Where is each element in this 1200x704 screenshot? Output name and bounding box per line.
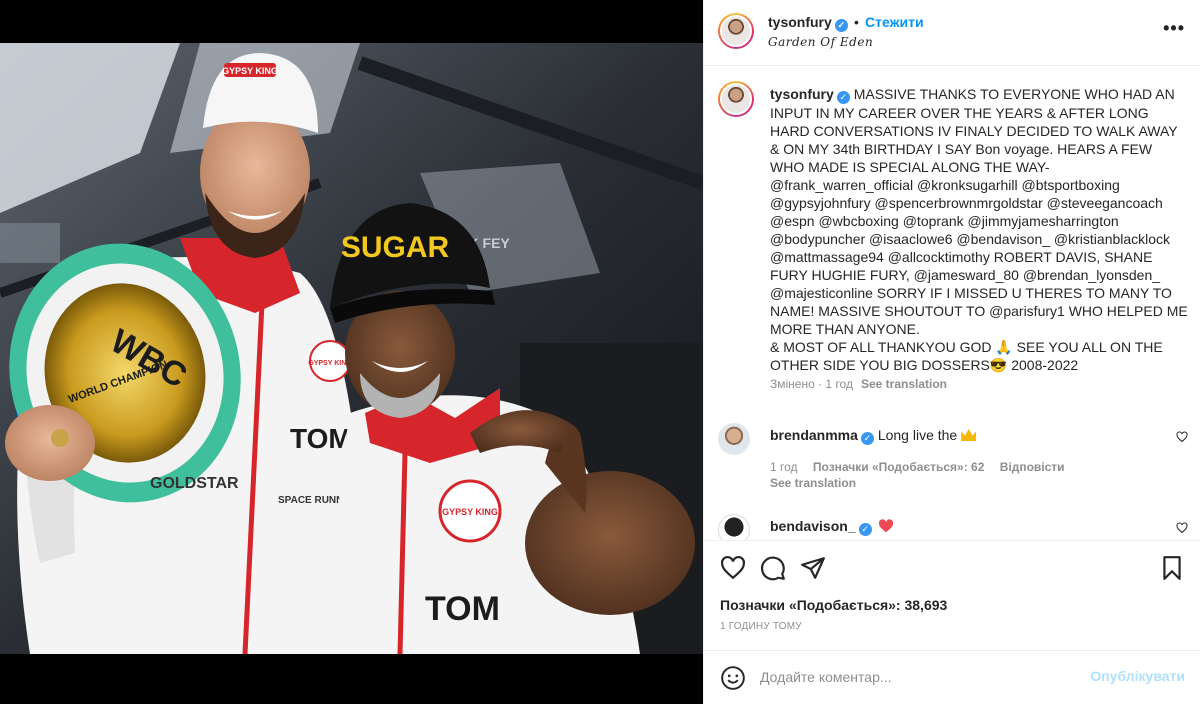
caption-meta: Змінено · 1 год See translation — [770, 377, 947, 391]
caption-username[interactable]: tysonfury — [770, 86, 834, 102]
sponsor-goldstar: GOLDSTAR — [150, 475, 239, 492]
post-photo[interactable]: PARK FEY GYPSY KING WBC WORLD CHAMPION — [0, 43, 703, 654]
verified-badge-icon: ✓ — [836, 91, 850, 104]
post-media: PARK FEY GYPSY KING WBC WORLD CHAMPION — [0, 0, 703, 704]
follow-button[interactable]: Стежити — [865, 14, 924, 30]
author-avatar[interactable] — [718, 13, 754, 49]
red-heart-emoji-icon — [879, 519, 894, 533]
comment-like-heart-icon[interactable] — [1176, 522, 1188, 534]
emoji-smiley-icon[interactable] — [720, 665, 746, 691]
caption-edited: Змінено · 1 год — [770, 377, 853, 391]
comments-list[interactable]: tysonfury ✓ MASSIVE THANKS TO EVERYONE WH… — [704, 67, 1200, 540]
share-send-icon[interactable] — [800, 555, 826, 581]
publish-button[interactable]: Опублікувати — [1090, 668, 1185, 684]
comment-see-translation[interactable]: See translation — [770, 476, 856, 490]
comment-item: brendanmma ✓ Long live the 1 год Позначки… — [718, 423, 1188, 503]
comment-meta: 1 год Позначки «Подобається»: 62 Відпові… — [770, 460, 1077, 474]
post-time[interactable]: 1 ГОДИНУ ТОМУ — [720, 621, 802, 632]
header-separator: • — [854, 14, 859, 30]
author-username-text[interactable]: tysonfury — [768, 14, 832, 30]
comment-like-heart-icon[interactable] — [1176, 431, 1188, 443]
likes-count[interactable]: Позначки «Подобається»: 38,693 — [720, 597, 947, 613]
caption-avatar[interactable] — [718, 81, 754, 117]
comment-likes[interactable]: Позначки «Подобається»: 62 — [813, 460, 984, 474]
verified-badge-icon: ✓ — [858, 523, 872, 536]
badge-text-2: GYPSY KING — [442, 507, 498, 517]
comment-input[interactable] — [760, 666, 1070, 688]
more-options-icon[interactable]: ••• — [1163, 18, 1185, 39]
commenter-username[interactable]: bendavison_ — [770, 518, 856, 534]
caption-body: tysonfury ✓ MASSIVE THANKS TO EVERYONE WH… — [770, 85, 1188, 393]
comment-bubble-icon[interactable] — [760, 555, 786, 581]
post-side-panel: tysonfury ✓ • Стежити Garden Of Eden ••• … — [703, 0, 1200, 704]
commenter-avatar[interactable] — [718, 423, 750, 455]
like-heart-icon[interactable] — [720, 555, 746, 581]
reply-button[interactable]: Відповісти — [1000, 460, 1065, 474]
author-username[interactable]: tysonfury ✓ — [768, 14, 848, 32]
comment-time: 1 год — [770, 460, 798, 474]
comment-item: bendavison_ ✓ — [718, 514, 1188, 540]
cap1-text: GYPSY KING — [222, 66, 278, 76]
post-header: tysonfury ✓ • Стежити Garden Of Eden ••• — [704, 0, 1200, 66]
save-bookmark-icon[interactable] — [1159, 555, 1185, 581]
crown-emoji-icon — [961, 429, 977, 441]
commenter-username[interactable]: brendanmma — [770, 427, 858, 443]
verified-badge-icon: ✓ — [834, 19, 848, 32]
caption-see-translation[interactable]: See translation — [861, 377, 947, 391]
photo-illustration: PARK FEY GYPSY KING WBC WORLD CHAMPION — [0, 43, 703, 654]
comment-body: brendanmma ✓ Long live the — [770, 427, 977, 445]
sponsor-tom-2: TOM — [425, 590, 500, 628]
comment-body: bendavison_ ✓ — [770, 518, 894, 536]
sponsor-tom-1: TOM — [290, 423, 352, 454]
caption-text: MASSIVE THANKS TO EVERYONE WHO HAD AN IN… — [770, 86, 1188, 373]
post-actions: Позначки «Подобається»: 38,693 1 ГОДИНУ … — [704, 540, 1200, 650]
add-comment-bar: Опублікувати — [704, 650, 1200, 704]
commenter-avatar[interactable] — [718, 514, 750, 540]
cap2-text: SUGAR — [341, 231, 450, 264]
verified-badge-icon: ✓ — [860, 432, 874, 445]
comment-text: Long live the — [877, 427, 958, 443]
post-location[interactable]: Garden Of Eden — [768, 35, 873, 49]
